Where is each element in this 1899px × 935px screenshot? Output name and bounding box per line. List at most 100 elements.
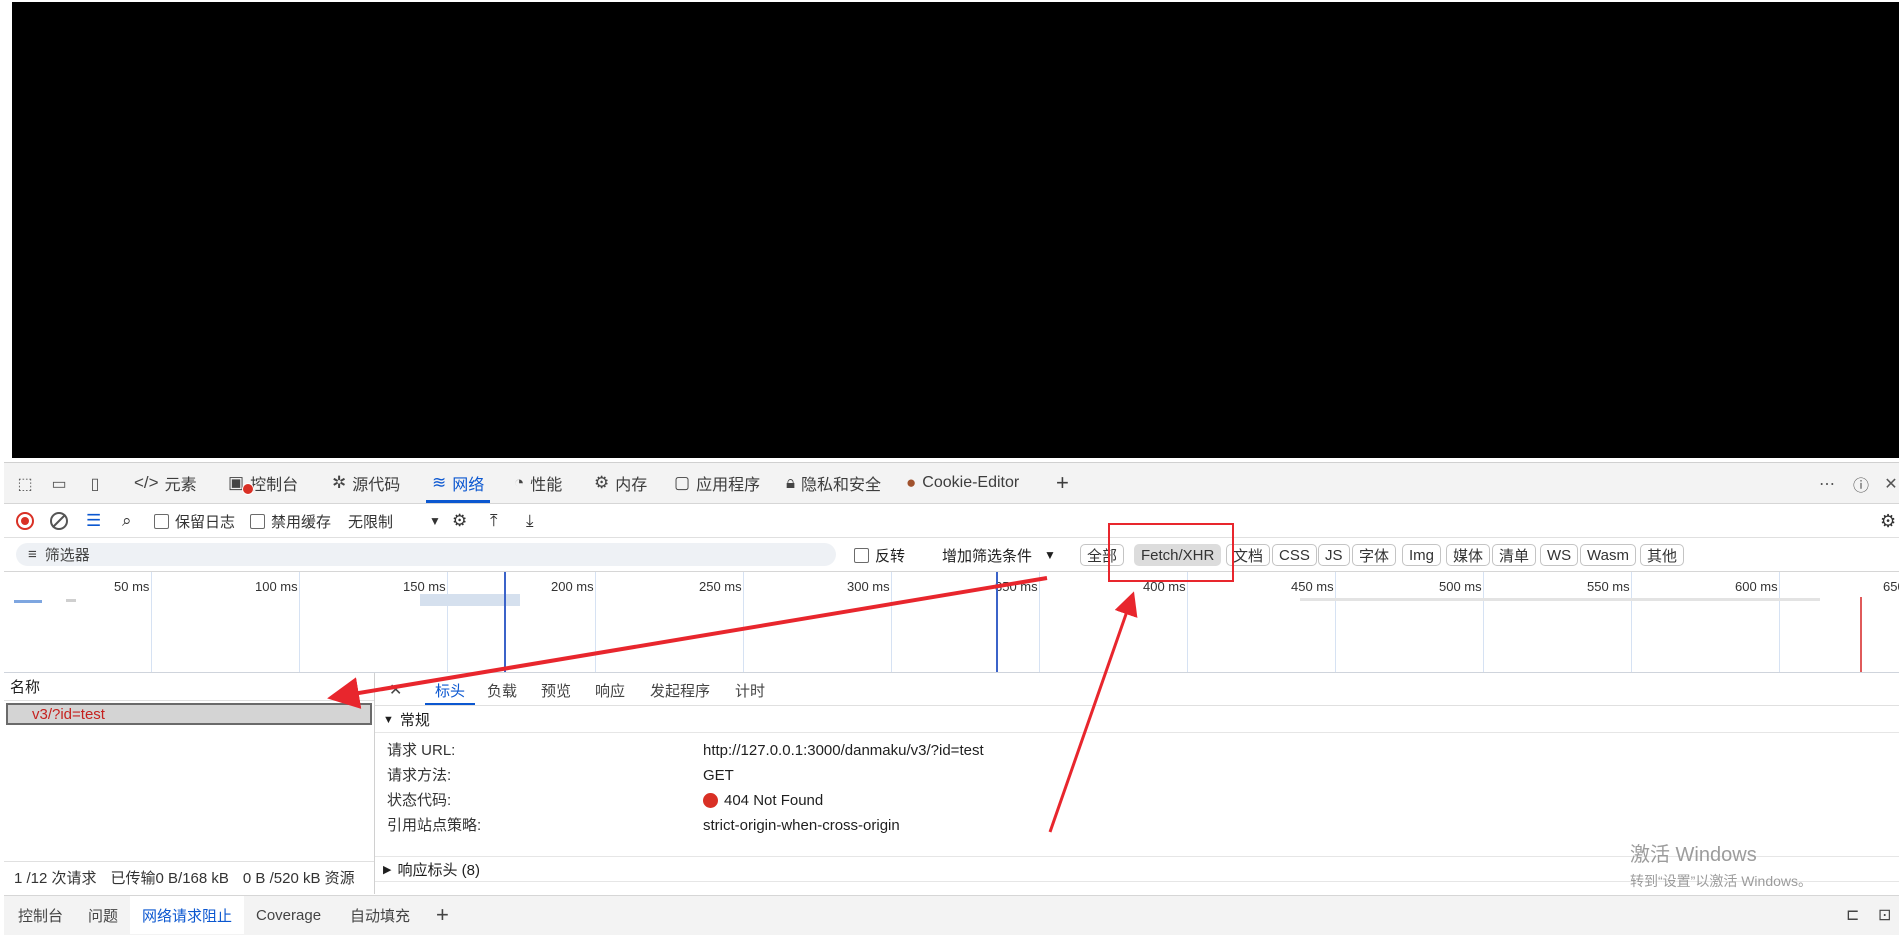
detail-tabs: ✕ 标头 负载 预览 响应 发起程序 计时 [375, 673, 1899, 706]
tab-preview[interactable]: 预览 [541, 680, 571, 701]
column-header-name[interactable]: 名称 [4, 673, 374, 701]
type-filter-wasm[interactable]: Wasm [1580, 544, 1636, 566]
tab-performance[interactable]: ◔ 性能 [514, 463, 562, 503]
timeline-tick: 200 ms [551, 579, 594, 594]
bottom-drawer: 控制台 问题 网络请求阻止 Coverage 自动填充 + ⊏ ⊡ [4, 895, 1899, 935]
tab-initiator[interactable]: 发起程序 [650, 680, 710, 701]
type-filter-all[interactable]: 全部 [1080, 544, 1125, 566]
tab-privacy[interactable]: 🔒︎ 隐私和安全 [786, 463, 881, 503]
tab-network[interactable]: ≋ 网络 [425, 463, 491, 503]
drawer-tab-issues[interactable]: 问题 [76, 896, 130, 934]
type-filter-ws[interactable]: WS [1540, 544, 1579, 566]
windows-activation-watermark: 激活 Windows 转到“设置”以激活 Windows。 [1630, 844, 1813, 889]
close-icon[interactable]: ✕ [1880, 473, 1899, 495]
dom-content-loaded-marker [996, 572, 998, 672]
timeline-gridline [595, 572, 596, 672]
request-row[interactable]: v3/?id=test [6, 703, 372, 725]
timeline-tick: 550 ms [1587, 579, 1630, 594]
drawer-layout-icon[interactable]: ⊡ [1866, 896, 1899, 934]
tab-timing[interactable]: 计时 [735, 680, 765, 701]
invert-checkbox[interactable]: 反转 [854, 544, 905, 566]
clear-icon [50, 512, 68, 530]
cookie-icon: ● [906, 473, 917, 492]
load-event-marker [1860, 597, 1862, 672]
wifi-settings-icon: ⚙ [452, 511, 468, 530]
export-har-button[interactable]: ⤓ [526, 510, 534, 532]
tab-sources[interactable]: ✲ 源代码 [332, 463, 400, 503]
header-row-url: 请求 URL: http://127.0.0.1:3000/danmaku/v3… [387, 741, 984, 760]
tab-headers[interactable]: 标头 [424, 680, 476, 705]
filter-input[interactable]: ≡ 筛选器 [16, 543, 836, 566]
type-filter-fetch-xhr[interactable]: Fetch/XHR [1134, 544, 1222, 566]
throttle-select[interactable]: 无限制 ▼ [348, 510, 441, 532]
caret-right-icon: ▶ [383, 863, 392, 876]
network-summary: 1 /12 次请求 已传输0 B/168 kB 0 B /520 kB 资源 [4, 861, 374, 893]
general-section-header[interactable]: ▼ 常规 [375, 707, 1899, 733]
overview-bar [14, 600, 42, 603]
download-icon: ⤓ [526, 511, 534, 530]
drawer-tab-coverage[interactable]: Coverage [244, 896, 333, 934]
header-row-method: 请求方法: GET [387, 766, 734, 785]
network-conditions-button[interactable]: ⚙ [452, 510, 467, 532]
timeline-tick: 650 [1883, 579, 1899, 594]
tab-response[interactable]: 响应 [595, 680, 625, 701]
disable-cache-checkbox[interactable]: 禁用缓存 [250, 510, 331, 532]
network-settings-button[interactable]: ⚙ [1880, 510, 1896, 532]
disable-cache-check[interactable] [250, 513, 265, 529]
drawer-tab-autofill[interactable]: 自动填充 [338, 896, 422, 934]
tab-elements[interactable]: </> 元素 [134, 463, 197, 503]
add-tab-button[interactable]: + [1056, 463, 1069, 503]
code-icon: </> [134, 473, 159, 492]
close-detail-icon[interactable]: ✕ [389, 680, 402, 700]
header-row-referrer-policy: 引用站点策略: strict-origin-when-cross-origin [387, 816, 900, 835]
timeline-gridline [1187, 572, 1188, 672]
timeline-tick: 450 ms [1291, 579, 1334, 594]
type-filter-other[interactable]: 其他 [1640, 544, 1685, 566]
error-badge [242, 483, 254, 495]
gauge-icon: ◔ [514, 473, 525, 492]
timeline-gridline [1779, 572, 1780, 672]
tab-cookie-editor[interactable]: ● Cookie-Editor [906, 463, 1019, 503]
preserve-log-check[interactable] [154, 513, 169, 529]
type-filter-font[interactable]: 字体 [1352, 544, 1397, 566]
tab-memory[interactable]: ⚙ 内存 [594, 463, 647, 503]
more-filters-dropdown[interactable]: 增加筛选条件 ▼ [942, 544, 1056, 566]
tab-console[interactable]: ▣ 控制台 [228, 463, 298, 503]
tab-payload[interactable]: 负载 [487, 680, 517, 701]
drawer-tab-console[interactable]: 控制台 [6, 896, 75, 934]
drawer-tab-request-blocking[interactable]: 网络请求阻止 [130, 896, 245, 934]
inspect-element-icon[interactable]: ⬚ [14, 473, 36, 495]
filter-lines-icon: ☰ [86, 511, 102, 530]
tab-application[interactable]: ▢ 应用程序 [674, 463, 760, 503]
preserve-log-checkbox[interactable]: 保留日志 [154, 510, 235, 532]
type-filter-manifest[interactable]: 清单 [1492, 544, 1537, 566]
timeline-gridline [299, 572, 300, 672]
timeline-gridline [743, 572, 744, 672]
import-har-button[interactable]: ⤒ [490, 510, 498, 532]
type-filter-doc[interactable]: 文档 [1226, 544, 1271, 566]
dock-side-icon[interactable]: ▯ [84, 473, 106, 495]
chip-icon: ⚙ [594, 473, 610, 492]
filter-toggle-button[interactable]: ☰ [86, 510, 101, 532]
timeline-gridline [1039, 572, 1040, 672]
header-row-status: 状态代码: 404 Not Found [387, 791, 824, 810]
type-filter-img[interactable]: Img [1402, 544, 1442, 566]
device-toolbar-icon[interactable]: ▭ [48, 473, 70, 495]
type-filter-css[interactable]: CSS [1272, 544, 1317, 566]
search-button[interactable]: ⌕ [122, 510, 132, 532]
help-icon[interactable]: ⓘ [1850, 473, 1872, 495]
overview-bar [1300, 598, 1820, 601]
record-button[interactable] [16, 510, 34, 532]
more-options-icon[interactable]: ⋯ [1816, 473, 1838, 495]
drawer-add-tab-button[interactable]: + [424, 896, 461, 934]
type-filter-js[interactable]: JS [1318, 544, 1350, 566]
timeline-gridline [1631, 572, 1632, 672]
clear-button[interactable] [50, 510, 68, 532]
network-overview[interactable]: 50 ms 100 ms 150 ms 200 ms 250 ms 300 ms… [4, 572, 1899, 673]
timeline-tick: 100 ms [255, 579, 298, 594]
timeline-tick: 400 ms [1143, 579, 1186, 594]
caret-down-icon: ▼ [383, 713, 394, 726]
type-filter-media[interactable]: 媒体 [1446, 544, 1491, 566]
invert-check[interactable] [854, 547, 869, 563]
search-icon: ⌕ [122, 511, 132, 530]
